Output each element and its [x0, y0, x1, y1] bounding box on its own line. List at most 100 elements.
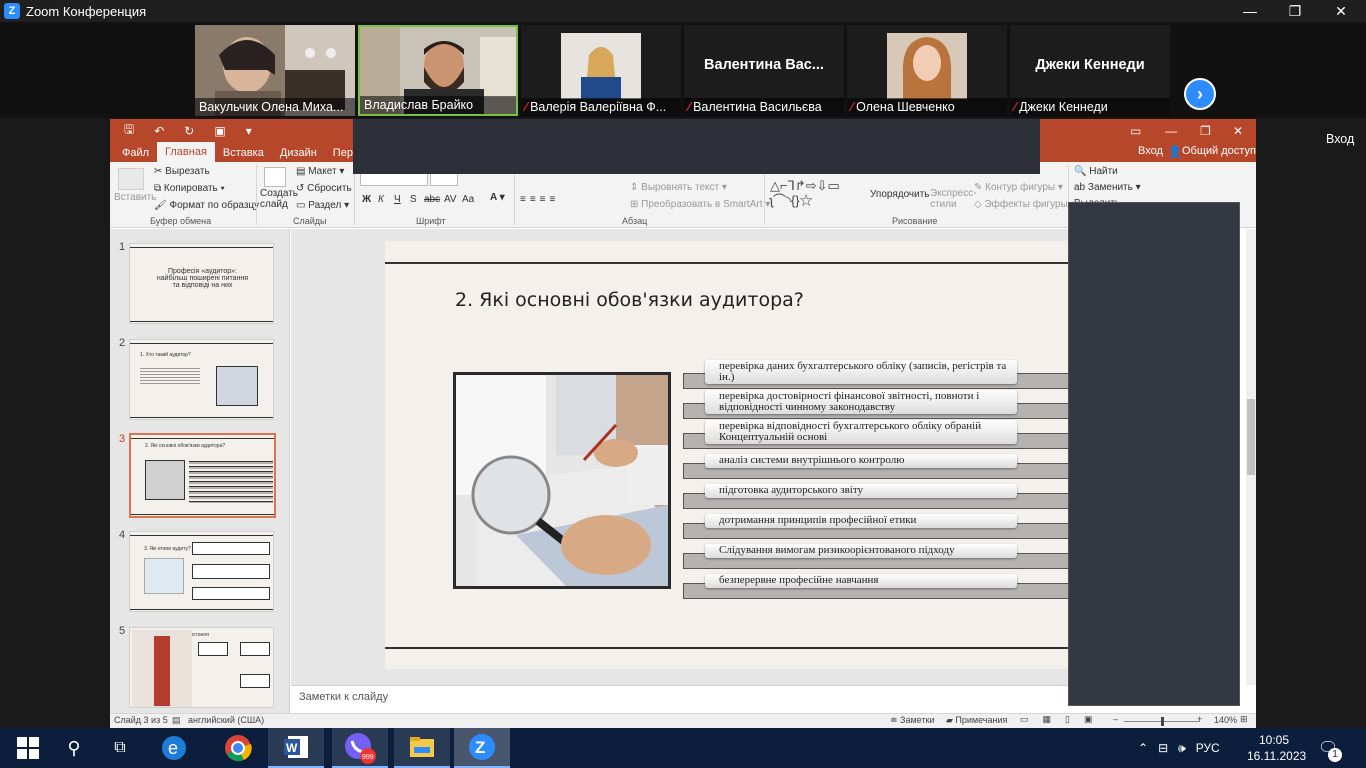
- redo-icon[interactable]: ↻: [184, 124, 194, 138]
- strikethrough-button[interactable]: abc: [424, 194, 440, 205]
- zoom-slider-thumb[interactable]: [1161, 717, 1164, 726]
- pp-close-icon[interactable]: ✕: [1233, 124, 1243, 138]
- slide-thumbnail[interactable]: 3. Які етапи аудиту?: [129, 531, 274, 612]
- participant-tile[interactable]: Вакульчик Олена Миха...: [195, 25, 355, 116]
- list-item[interactable]: дотримання принципів професійної етики: [705, 514, 1017, 528]
- edge-icon[interactable]: e: [146, 728, 202, 768]
- slide-thumbnail[interactable]: 4. Кар'єрне зростання: [129, 627, 274, 708]
- zoom-out-button[interactable]: –: [1113, 714, 1118, 724]
- chevron-right-icon[interactable]: ›: [1184, 78, 1216, 110]
- cut-button[interactable]: ✂ Вырезать: [154, 166, 210, 177]
- paste-icon[interactable]: [118, 168, 144, 190]
- network-icon[interactable]: ⊟: [1158, 741, 1168, 755]
- notes-pane[interactable]: Заметки к слайду: [291, 685, 1168, 708]
- list-item[interactable]: аналіз системи внутрішнього контролю: [705, 454, 1017, 468]
- zoom-in-button[interactable]: +: [1197, 714, 1202, 724]
- change-case-button[interactable]: Aa: [462, 194, 474, 205]
- slide-thumbnail-selected[interactable]: 2. Які основні обов'язки аудитора?: [129, 433, 276, 518]
- chrome-icon[interactable]: [210, 728, 266, 768]
- shape-outline-button[interactable]: ✎ Контур фигуры ▾: [974, 182, 1063, 193]
- new-slide-button[interactable]: Создать слайд: [260, 188, 300, 210]
- font-name-input[interactable]: [360, 172, 428, 186]
- find-button[interactable]: 🔍 Найти: [1074, 166, 1118, 177]
- volume-icon[interactable]: 🕪: [1178, 741, 1186, 756]
- slide-thumbnail-pane[interactable]: 1 Професія «аудитор»: найбільш поширені …: [110, 229, 290, 713]
- pp-restore-icon[interactable]: ❐: [1200, 124, 1211, 138]
- tab-file[interactable]: Файл: [114, 144, 157, 162]
- ribbon-display-options-icon[interactable]: ▭: [1130, 124, 1141, 138]
- list-item[interactable]: перевірка даних бухгалтерського обліку (…: [705, 360, 1017, 384]
- list-item[interactable]: Слідування вимогам ризикоорієнтованого п…: [705, 544, 1017, 558]
- zoom-window-title: Zoom Конференция: [26, 3, 147, 19]
- zoom-taskbar-icon[interactable]: Z: [454, 728, 510, 768]
- list-item[interactable]: перевірка відповідності бухгалтерського …: [705, 420, 1017, 444]
- layout-button[interactable]: ▤ Макет ▾: [296, 166, 344, 177]
- notes-toggle[interactable]: ≐ Заметки: [890, 715, 934, 726]
- show-hidden-icons-icon[interactable]: ⌃: [1138, 741, 1148, 755]
- paste-button[interactable]: Вставить: [114, 192, 156, 203]
- spellcheck-icon[interactable]: ▤: [172, 715, 181, 726]
- participant-tile[interactable]: ⁄ Валерія Валеріївна Ф...: [521, 25, 681, 116]
- language-indicator[interactable]: РУС: [1196, 741, 1220, 755]
- pp-minimize-icon[interactable]: —: [1165, 124, 1177, 138]
- list-item[interactable]: підготовка аудиторського звіту: [705, 484, 1017, 498]
- maximize-button[interactable]: ❐: [1272, 0, 1318, 22]
- fit-slide-icon[interactable]: ⊞: [1240, 714, 1248, 725]
- list-item[interactable]: перевірка достовірності фінансової звітн…: [705, 390, 1017, 414]
- arrange-button[interactable]: Упорядочить: [870, 189, 930, 200]
- participant-tile[interactable]: Валентина Вас... ⁄ Валентина Васильєва: [684, 25, 844, 116]
- align-text-button[interactable]: ⇕ Выровнять текст ▾: [630, 182, 727, 193]
- share-icon[interactable]: 👤: [1168, 145, 1182, 158]
- shape-effects-button[interactable]: ◇ Эффекты фигуры ▾: [974, 199, 1076, 210]
- participant-tile-active-speaker[interactable]: Владислав Брайко: [358, 25, 518, 116]
- minimize-button[interactable]: —: [1227, 0, 1273, 22]
- tab-home[interactable]: Главная: [157, 142, 215, 162]
- quick-styles-button[interactable]: Экспресс-стили: [930, 188, 977, 210]
- bold-button[interactable]: Ж: [362, 194, 371, 205]
- list-item[interactable]: безперервне професійне навчання: [705, 574, 1017, 588]
- start-slideshow-icon[interactable]: ▣: [214, 124, 225, 138]
- clock[interactable]: 10:05 16.11.2023: [1247, 732, 1306, 764]
- pp-signin[interactable]: Вход: [1138, 145, 1163, 157]
- char-spacing-button[interactable]: AV: [444, 194, 457, 205]
- slide-title[interactable]: 2. Які основні обов'язки аудитора?: [455, 289, 804, 311]
- save-icon[interactable]: 🖫: [124, 120, 134, 141]
- scroll-thumb[interactable]: [1247, 399, 1255, 475]
- underline-button[interactable]: Ч: [394, 194, 401, 205]
- participant-tile[interactable]: ⁄ Олена Шевченко: [847, 25, 1007, 116]
- shadow-button[interactable]: S: [410, 194, 417, 205]
- italic-button[interactable]: К: [378, 194, 384, 205]
- replace-button[interactable]: ab Заменить ▾: [1074, 182, 1141, 193]
- vertical-scrollbar[interactable]: [1246, 229, 1256, 685]
- language-indicator[interactable]: английский (США): [188, 715, 264, 725]
- slide-photo[interactable]: [453, 372, 671, 589]
- close-button[interactable]: ✕: [1318, 0, 1364, 22]
- participant-tile[interactable]: Джеки Кеннеди ⁄ Джеки Кеннеди: [1010, 25, 1170, 116]
- tab-insert[interactable]: Вставка: [215, 144, 272, 162]
- format-painter-button[interactable]: 🖌 Формат по образцу: [154, 200, 259, 211]
- word-icon[interactable]: W: [268, 728, 324, 768]
- font-color-icon[interactable]: A ▾: [490, 192, 505, 203]
- slide-thumbnail[interactable]: Професія «аудитор»: найбільш поширені пи…: [129, 243, 274, 324]
- copy-button[interactable]: ⧉ Копировать ▾: [154, 183, 225, 194]
- align-icons[interactable]: ≡≡≡≡: [520, 194, 559, 205]
- comments-toggle[interactable]: ▰ Примечания: [946, 715, 1007, 726]
- file-explorer-icon[interactable]: [394, 728, 450, 768]
- viber-icon[interactable]: 999: [332, 728, 388, 768]
- font-size-input[interactable]: [430, 172, 458, 186]
- view-buttons[interactable]: ▭▦▯▣: [1020, 714, 1106, 725]
- signin-link[interactable]: Вход: [1326, 132, 1354, 146]
- tab-design[interactable]: Дизайн: [272, 144, 325, 162]
- zoom-level[interactable]: 140%: [1214, 715, 1237, 725]
- section-button[interactable]: ▭ Раздел ▾: [296, 200, 349, 211]
- smartart-button[interactable]: ⊞ Преобразовать в SmartArt ▾: [630, 199, 770, 210]
- reset-button[interactable]: ↺ Сбросить: [296, 183, 352, 194]
- share-button[interactable]: Общий доступ: [1182, 145, 1256, 157]
- shapes-gallery[interactable]: △⌐⅂↱⇨⇩▭ ʅ⌒◝{}☆: [770, 178, 862, 210]
- task-view-icon[interactable]: ⧉: [92, 728, 148, 768]
- undo-icon[interactable]: ↶: [154, 124, 164, 138]
- customize-qat-icon[interactable]: ▾: [246, 124, 252, 138]
- current-slide[interactable]: 2. Які основні обов'язки аудитора? перев…: [385, 241, 1068, 669]
- new-slide-icon[interactable]: [264, 167, 286, 187]
- slide-thumbnail[interactable]: 1. Хто такий аудитор?: [129, 339, 274, 420]
